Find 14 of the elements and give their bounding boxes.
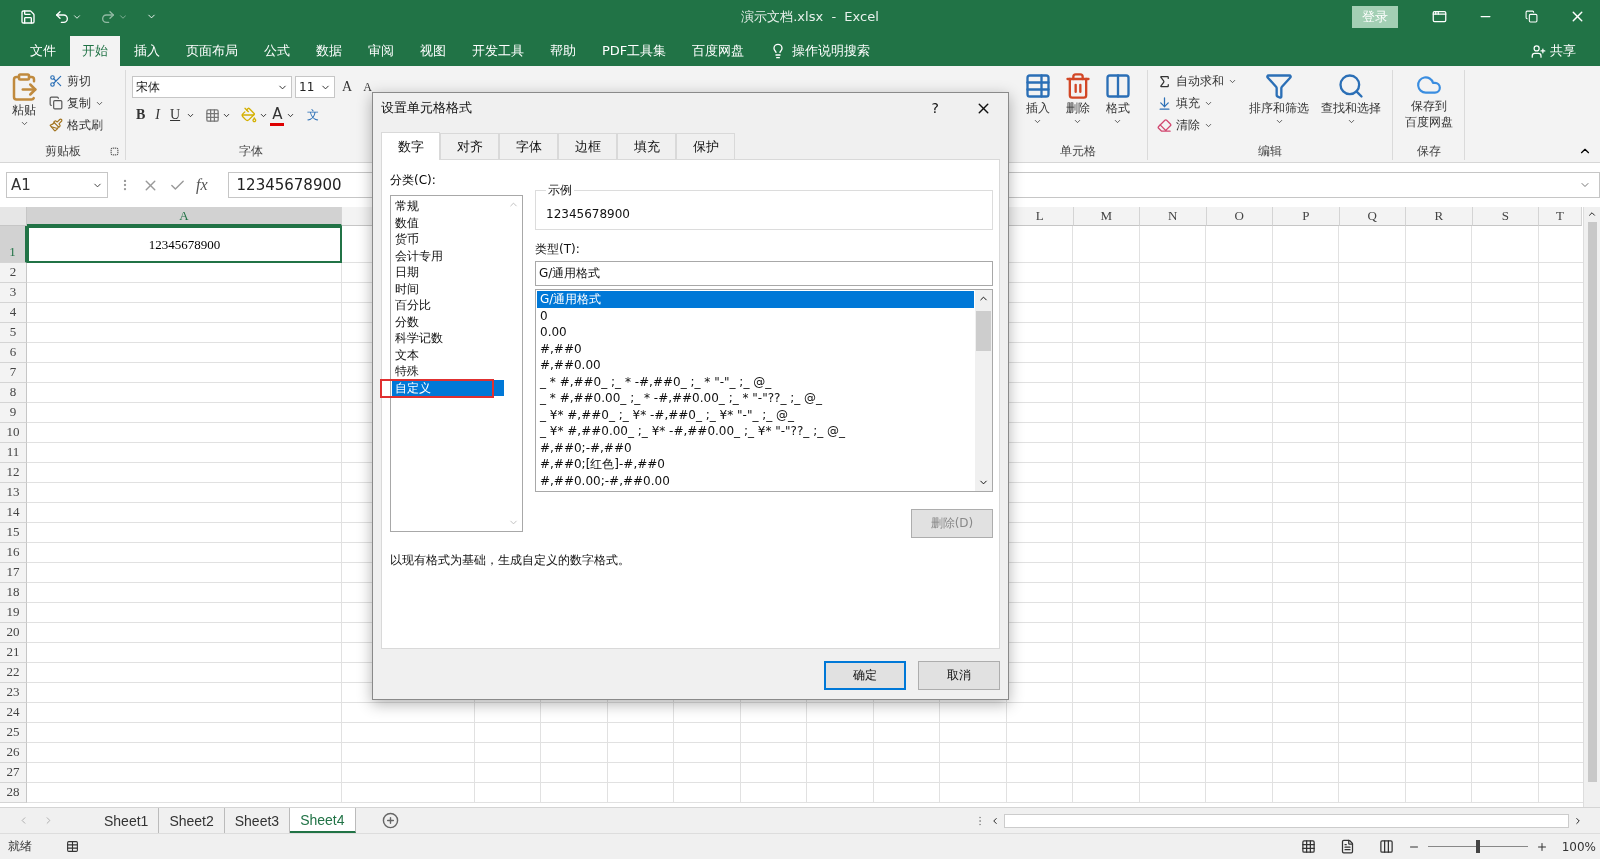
group-label: 编辑 <box>1258 143 1282 160</box>
dialog-title: 设置单元格格式 <box>381 99 472 117</box>
group-label: 单元格 <box>1059 143 1096 160</box>
window-title: 演示文档.xlsx - Excel <box>741 7 879 26</box>
sample-label: 示例 <box>547 182 573 199</box>
group-label: 字体 <box>239 143 263 160</box>
group-label: 保存 <box>1416 143 1441 160</box>
sample-value: 12345678900 <box>546 207 630 221</box>
type-label: 类型(T): <box>535 241 581 258</box>
group-label: 剪贴板 <box>44 143 81 160</box>
description-text: 以现有格式为基础，生成自定义的数字格式。 <box>390 552 631 569</box>
zoom-level: 100% <box>1561 839 1597 854</box>
status-text: 就绪 <box>8 838 32 855</box>
category-label: 分类(C): <box>390 172 437 189</box>
